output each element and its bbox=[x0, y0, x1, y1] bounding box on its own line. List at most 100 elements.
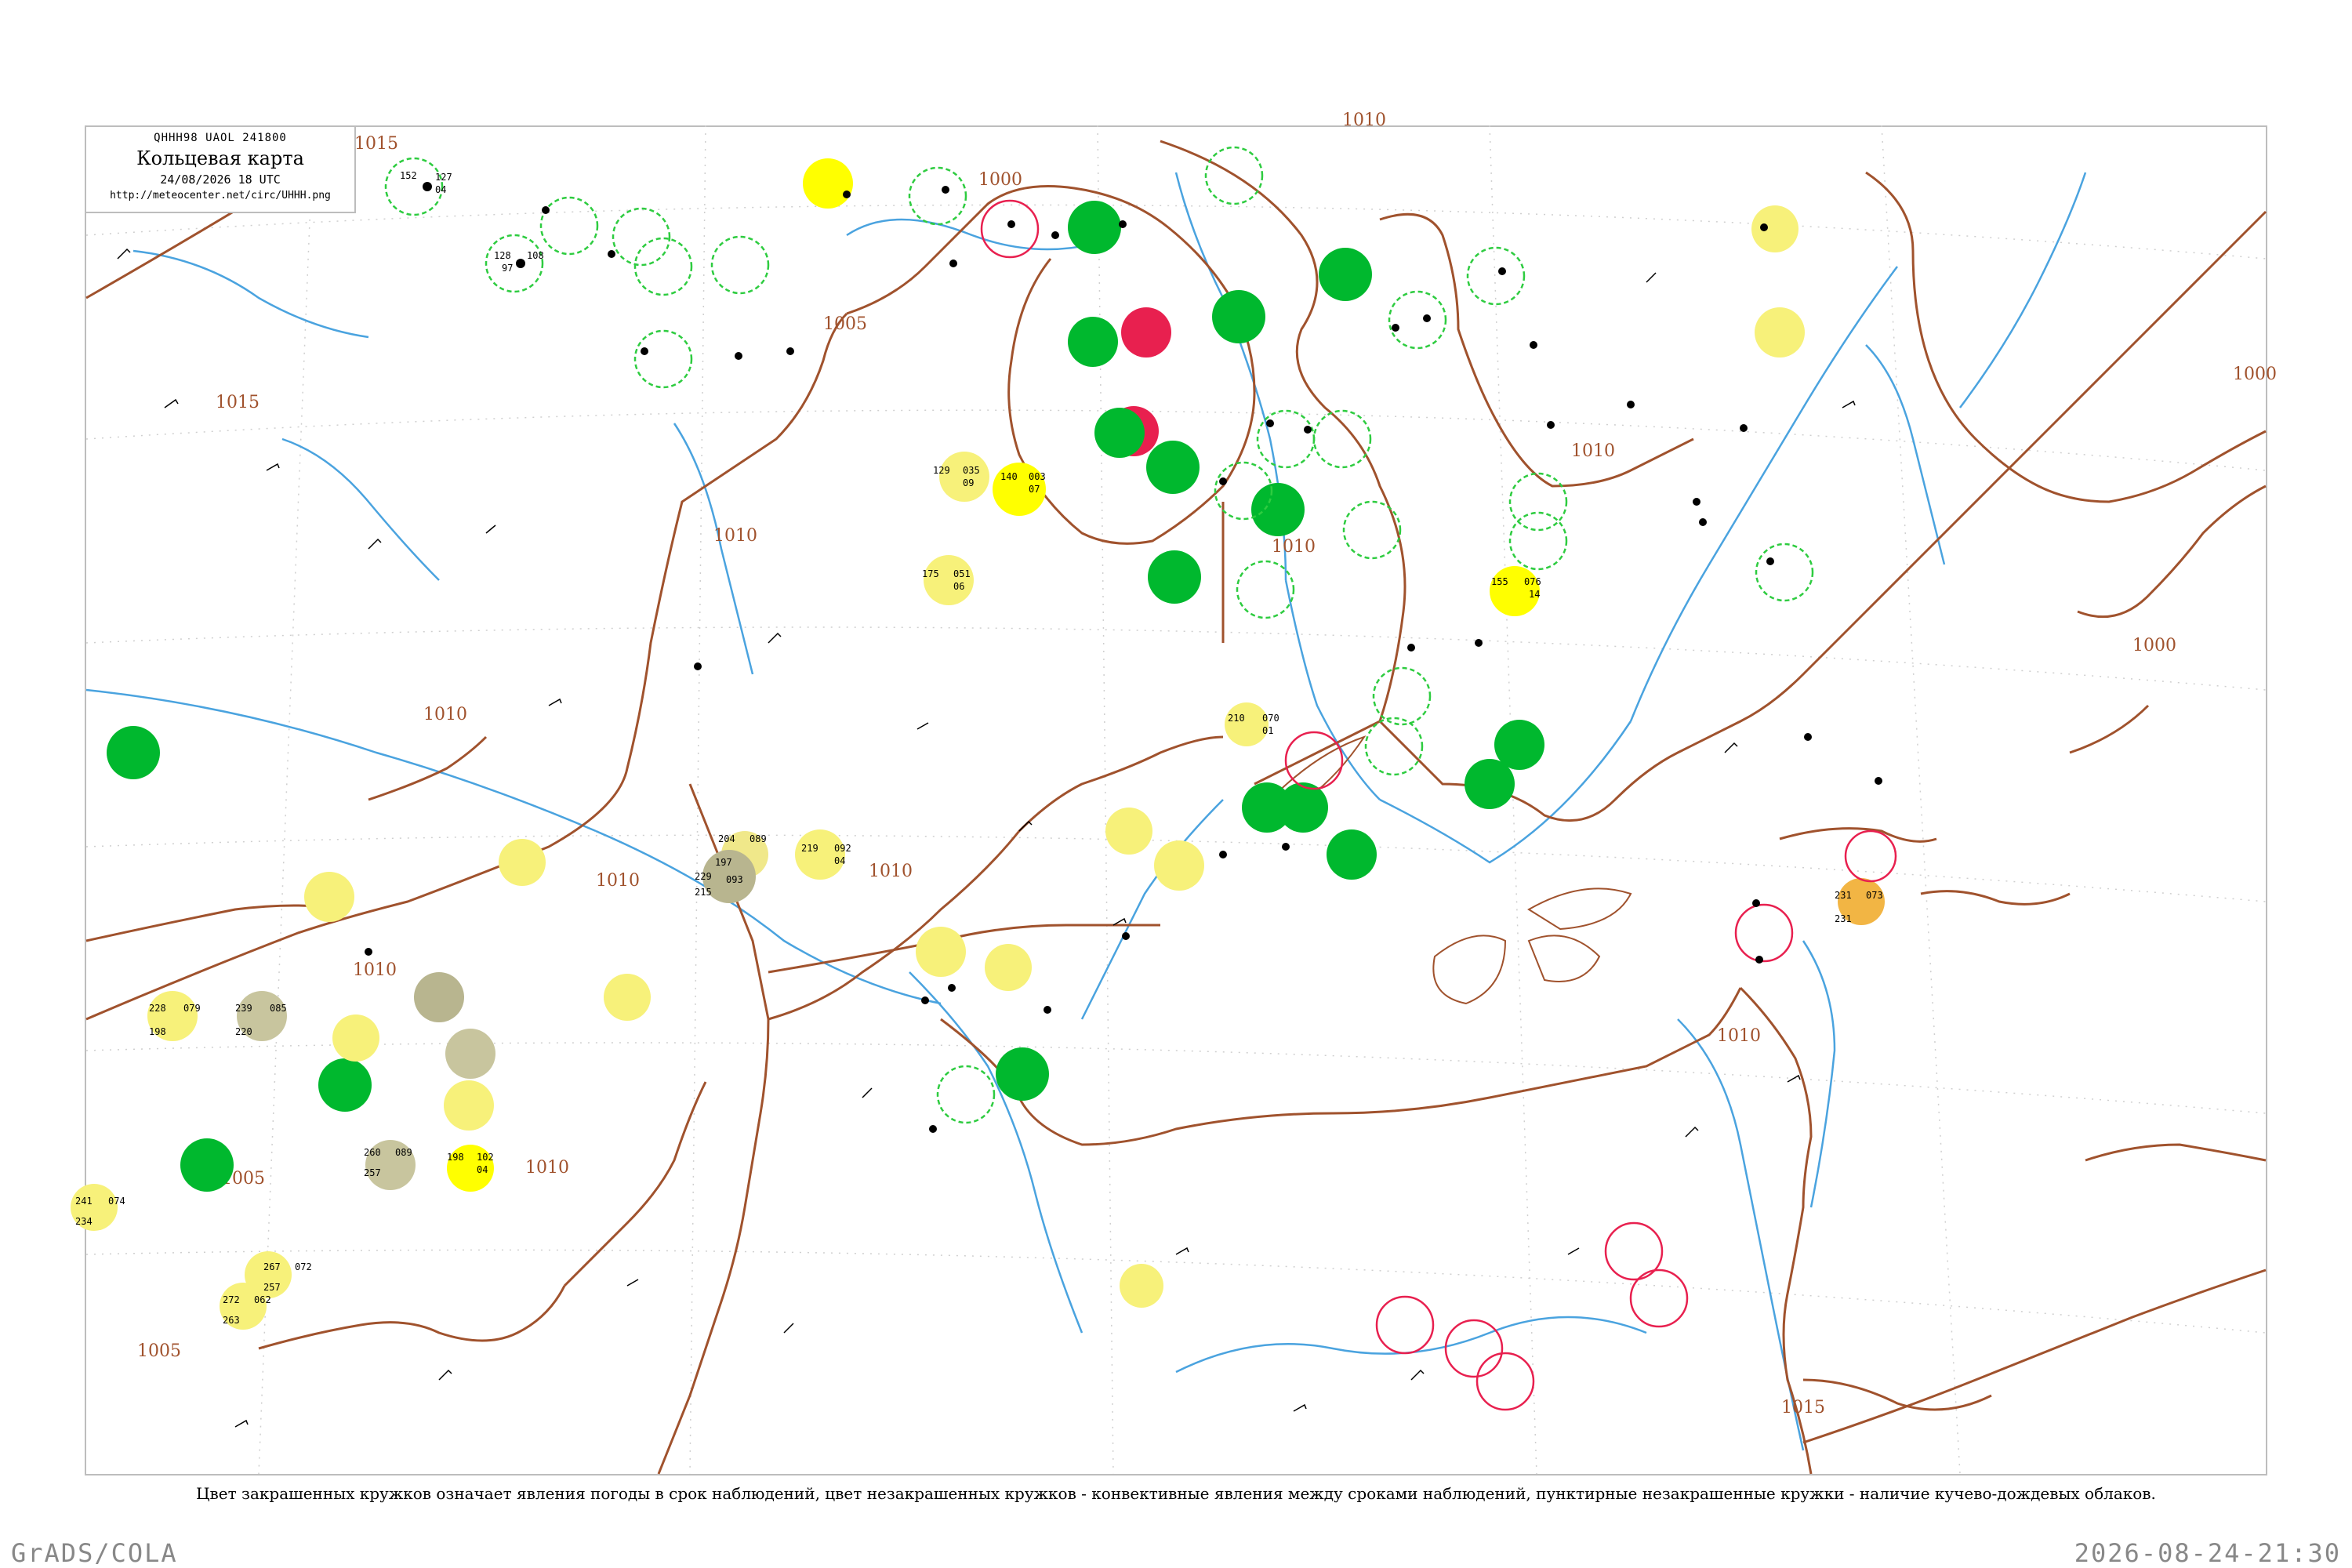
cb-dashed-circle bbox=[710, 235, 770, 295]
thunder-circle bbox=[1121, 307, 1171, 358]
station-temp: 093 bbox=[726, 874, 743, 885]
isobar-label: 1005 bbox=[137, 1341, 181, 1361]
station-dew: 231 bbox=[1835, 913, 1852, 924]
rain-circle bbox=[1148, 550, 1201, 604]
station-temp: 072 bbox=[295, 1261, 312, 1272]
map-datetime: 24/08/2026 18 UTC bbox=[160, 172, 281, 187]
station-dew: 04 bbox=[477, 1164, 488, 1175]
station-temp: 070 bbox=[1262, 713, 1279, 724]
legend-caption: Цвет закрашенных кружков означает явлени… bbox=[196, 1484, 2156, 1503]
fog-circle bbox=[1755, 307, 1805, 358]
station-pressure: 228 bbox=[149, 1003, 166, 1014]
station-plot: 128 108 97 bbox=[494, 250, 544, 274]
station-pressure: 219 bbox=[801, 843, 818, 854]
haze-circle bbox=[1105, 808, 1152, 855]
cb-dashed-circle bbox=[1256, 409, 1316, 469]
rain-circle bbox=[1094, 408, 1145, 458]
rain-circle bbox=[318, 1058, 372, 1112]
rain-circle bbox=[1327, 829, 1377, 880]
graticule bbox=[85, 125, 2267, 1475]
fog-circle bbox=[924, 555, 974, 605]
thunder-open-circle bbox=[1375, 1295, 1435, 1355]
cb-dashed-circle bbox=[1372, 666, 1432, 726]
cb-dashed-circle bbox=[1312, 409, 1372, 469]
thunder-open-circle bbox=[1284, 731, 1344, 790]
isobar-label: 1010 bbox=[596, 871, 640, 891]
rain-circle bbox=[180, 1138, 234, 1192]
station-dew: 06 bbox=[953, 581, 964, 592]
station-dots bbox=[212, 162, 1882, 1133]
station-pressure: 128 bbox=[494, 250, 511, 261]
station-pressure: 129 bbox=[933, 465, 950, 476]
isobar-labels: 1015 1000 1005 1010 1010 1010 1010 1010 … bbox=[137, 111, 2277, 1417]
cb-dashed-circle bbox=[633, 329, 693, 389]
rain-circle bbox=[1251, 483, 1305, 536]
haze-circle bbox=[604, 974, 651, 1021]
station-dew: 07 bbox=[1029, 484, 1040, 495]
station-temp: 079 bbox=[183, 1003, 201, 1014]
station-temp: 092 bbox=[834, 843, 851, 854]
cb-dashed-circle bbox=[384, 157, 444, 216]
thunder-open-circle bbox=[980, 199, 1040, 259]
station-temp: 108 bbox=[527, 250, 544, 261]
isobar-label: 1015 bbox=[1781, 1398, 1825, 1417]
map-url: http://meteocenter.net/circ/UHHH.png bbox=[110, 190, 331, 201]
rain-circle bbox=[1494, 720, 1544, 770]
cb-dashed-circle bbox=[1364, 717, 1424, 776]
station-dew: 04 bbox=[834, 855, 845, 866]
rain-circle bbox=[1068, 317, 1118, 367]
isobar-label: 1015 bbox=[354, 134, 398, 154]
isobar-label: 1015 bbox=[216, 393, 260, 412]
station-pressure: 175 bbox=[922, 568, 939, 579]
cb-dashed-circle bbox=[1466, 246, 1526, 306]
thunder-open-circle bbox=[1475, 1352, 1535, 1411]
cb-dashed-circle bbox=[539, 196, 599, 256]
haze-circle bbox=[985, 944, 1032, 991]
station-temp: 089 bbox=[750, 833, 767, 844]
haze-circle bbox=[1120, 1264, 1163, 1308]
station-pressure: 140 bbox=[1000, 471, 1018, 482]
rain-circle bbox=[996, 1047, 1049, 1101]
render-timestamp: 2026-08-24-21:30 bbox=[2074, 1538, 2341, 1568]
station-temp: 035 bbox=[963, 465, 980, 476]
station-dew: 09 bbox=[963, 477, 974, 488]
cb-dashed-circle bbox=[908, 166, 967, 226]
haze-circle bbox=[332, 1014, 379, 1062]
dust-circle bbox=[445, 1029, 495, 1079]
station-temp: 003 bbox=[1029, 471, 1046, 482]
lakes bbox=[1269, 735, 1632, 1005]
rain-circle bbox=[1278, 782, 1328, 833]
isobar-label: 1000 bbox=[978, 170, 1022, 190]
cb-dashed-circle bbox=[612, 207, 671, 267]
rain-circle bbox=[1146, 441, 1200, 494]
rain-circle bbox=[1319, 248, 1372, 301]
station-pressure: 210 bbox=[1228, 713, 1245, 724]
station-pressure: 204 bbox=[718, 833, 735, 844]
dust-circle bbox=[414, 972, 464, 1022]
station-temp: 085 bbox=[270, 1003, 287, 1014]
isobar-label: 1000 bbox=[2132, 636, 2176, 655]
station-dew: 220 bbox=[235, 1026, 252, 1037]
station-pressure: 260 bbox=[364, 1147, 381, 1158]
station-temp: 089 bbox=[395, 1147, 412, 1158]
station-pressure: 155 bbox=[1491, 576, 1508, 587]
cb-dashed-circle bbox=[936, 1065, 996, 1124]
station-pressure: 198 bbox=[447, 1152, 464, 1163]
map-title-box: QHHH98 UAOL 241800 Кольцевая карта 24/08… bbox=[85, 125, 356, 213]
station-pressure: 231 bbox=[1835, 890, 1852, 901]
station-temp: 062 bbox=[254, 1294, 271, 1305]
cb-dashed-circle bbox=[1342, 500, 1402, 560]
isobar-label: 1010 bbox=[353, 960, 397, 980]
grads-brand: GrADS/COLA bbox=[11, 1538, 178, 1568]
station-temp: 102 bbox=[477, 1152, 494, 1163]
cb-dashed-circle bbox=[1755, 543, 1814, 602]
haze-circle bbox=[444, 1080, 494, 1131]
station-dew: 257 bbox=[364, 1167, 381, 1178]
cb-dashed-circle bbox=[1508, 511, 1568, 571]
isobar-label: 1010 bbox=[1571, 441, 1615, 461]
cb-dashed-circle bbox=[485, 234, 544, 293]
station-temp: 051 bbox=[953, 568, 971, 579]
station-dew: 263 bbox=[223, 1315, 240, 1326]
thunder-open-circle bbox=[1629, 1269, 1689, 1328]
station-dew: 04 bbox=[435, 184, 446, 195]
